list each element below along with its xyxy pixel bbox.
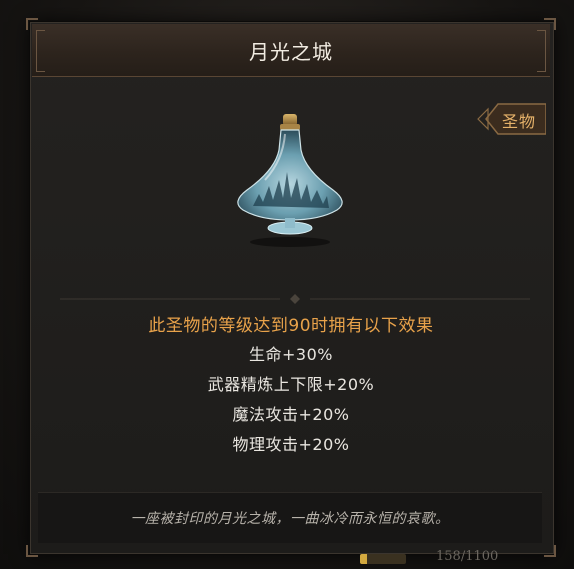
lore-text: 一座被封印的月光之城，一曲冰冷而永恒的哀歌。	[130, 511, 450, 527]
effect-heading: 此圣物的等级达到90时拥有以下效果	[148, 316, 434, 336]
lore-box: 一座被封印的月光之城，一曲冰冷而永恒的哀歌。	[38, 492, 542, 543]
moonlight-city-bottle-icon	[225, 110, 355, 250]
progress-fill	[360, 554, 367, 564]
progress-text: 158/1100	[436, 549, 499, 564]
progress-bar	[360, 554, 406, 564]
effect-refine: 武器精炼上下限+20%	[207, 375, 375, 394]
effects-block: 此圣物的等级达到90时拥有以下效果 生命+30% 武器精炼上下限+20% 魔法攻…	[30, 312, 552, 460]
effect-magic-attack: 魔法攻击+20%	[232, 405, 350, 424]
ornament-divider	[60, 290, 530, 304]
progress-strip: 158/1100	[30, 548, 552, 569]
title-bar: 月光之城	[32, 24, 550, 77]
item-title: 月光之城	[249, 39, 333, 64]
category-tag-label: 圣物	[502, 112, 537, 131]
category-tag: 圣物	[476, 100, 546, 138]
effect-physical-attack: 物理攻击+20%	[232, 435, 350, 454]
effect-hp: 生命+30%	[249, 345, 333, 364]
